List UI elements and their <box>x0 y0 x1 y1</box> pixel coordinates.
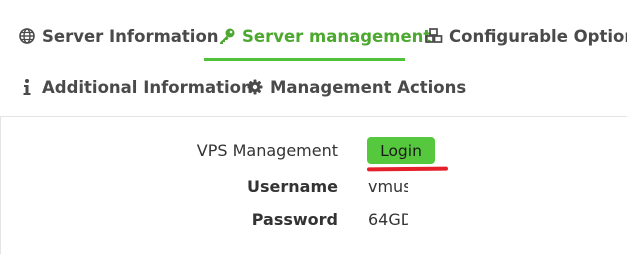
tab-server-information[interactable]: Server Information <box>18 26 219 46</box>
cubes-icon <box>425 27 443 45</box>
tab-label: Management Actions <box>270 77 467 97</box>
tab-bar: Server Information Server management Con… <box>0 0 627 117</box>
password-label: Password <box>251 210 338 229</box>
vps-management-label: VPS Management <box>196 141 338 160</box>
login-button[interactable]: Login <box>367 137 435 164</box>
annotation-underline <box>366 166 449 172</box>
tab-label: Server management <box>242 26 432 46</box>
tab-label: Additional Information <box>42 77 253 97</box>
tab-additional-information[interactable]: Additional Information <box>18 77 253 97</box>
tab-management-actions[interactable]: Management Actions <box>246 77 466 97</box>
tab-label: Configurable Options <box>449 26 627 46</box>
tab-label: Server Information <box>42 26 219 46</box>
info-icon <box>18 78 36 96</box>
gear-icon <box>246 78 264 96</box>
username-label: Username <box>247 177 338 196</box>
tab-configurable-options[interactable]: Configurable Options <box>425 26 627 46</box>
page: Server Information Server management Con… <box>0 0 627 254</box>
tab-server-management[interactable]: Server management <box>218 26 431 46</box>
active-tab-indicator <box>204 58 405 61</box>
password-value: 64GD <box>368 210 408 229</box>
key-icon <box>218 27 236 45</box>
content-border <box>0 116 1 254</box>
username-value: vmus <box>368 177 408 196</box>
globe-icon <box>18 27 36 45</box>
